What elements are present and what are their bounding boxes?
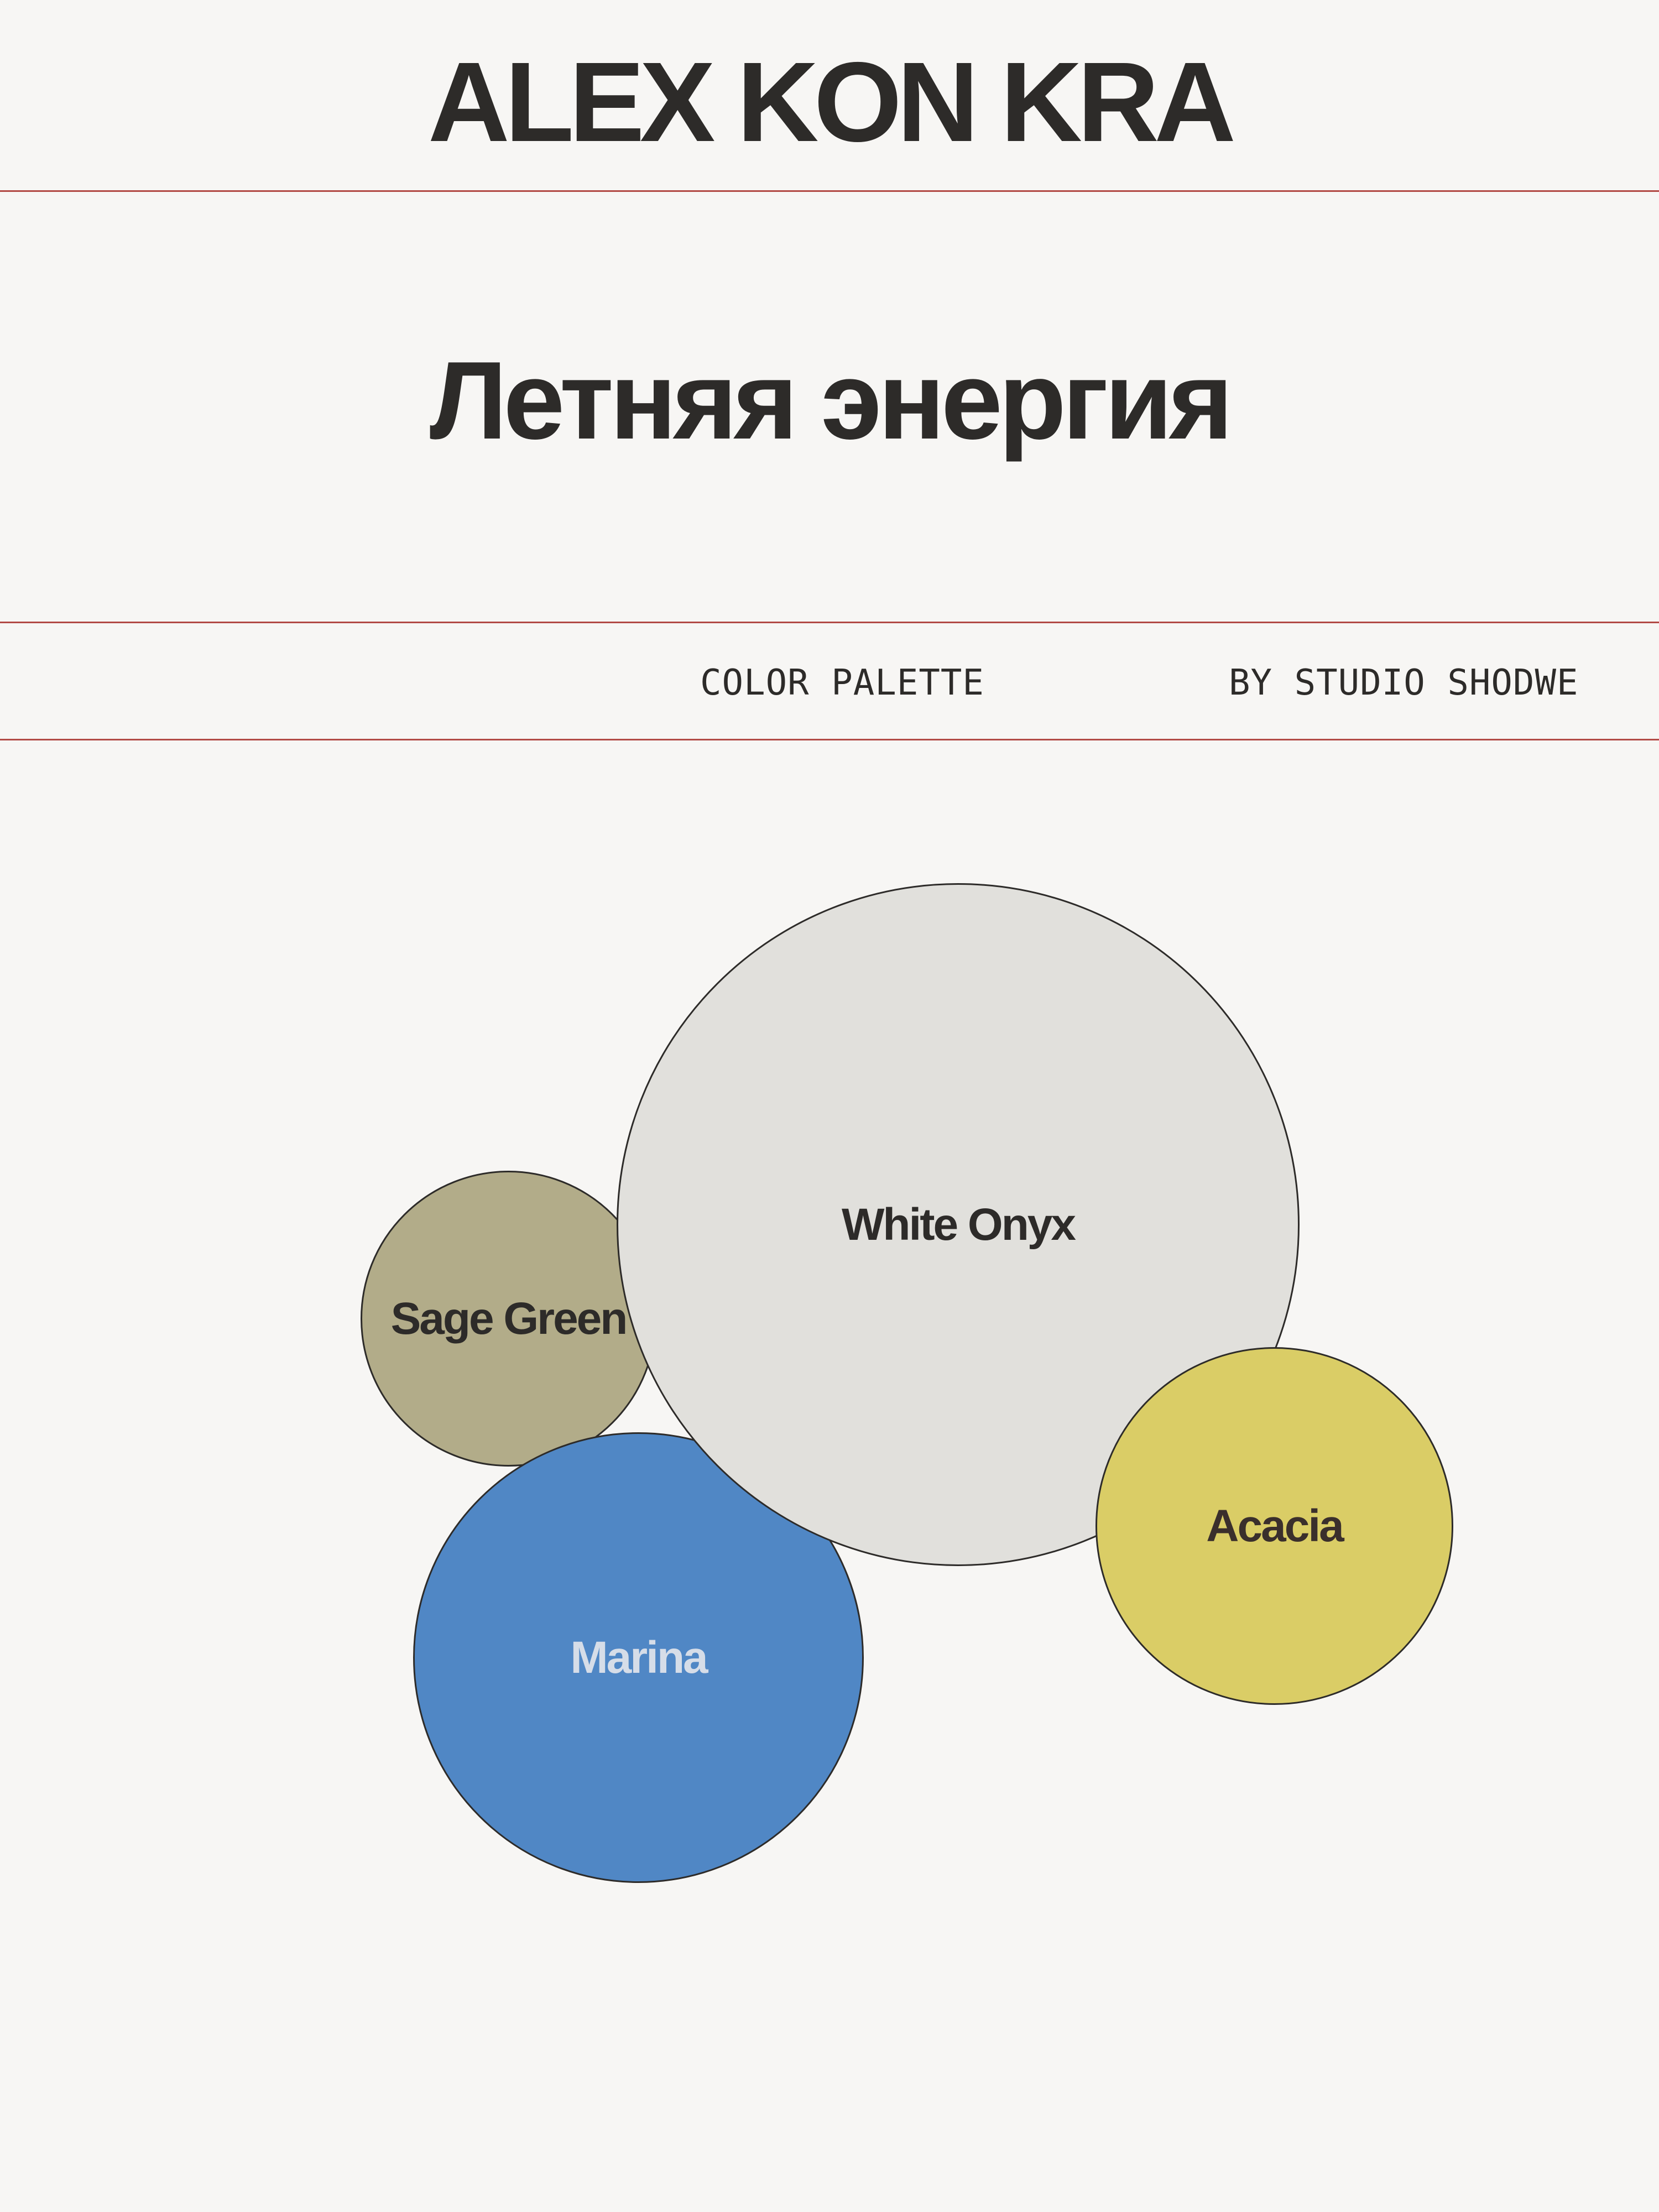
swatch-sage-green: Sage Green — [361, 1171, 656, 1467]
brand-name: ALEX KON KRA — [427, 39, 1236, 165]
page-title: Летняя энергия — [429, 339, 1233, 462]
top-divider — [0, 190, 1659, 192]
swatch-label: Marina — [570, 1632, 708, 1683]
studio-credit: BY STUDIO SHODWE — [1229, 662, 1579, 703]
swatch-label: Acacia — [1206, 1500, 1344, 1551]
swatch-label: White Onyx — [841, 1199, 1076, 1250]
swatch-label: Sage Green — [390, 1293, 628, 1344]
swatch-acacia: Acacia — [1095, 1347, 1453, 1705]
palette-label: COLOR PALETTE — [700, 662, 984, 703]
middle-divider — [0, 622, 1659, 623]
bottom-divider — [0, 739, 1659, 740]
